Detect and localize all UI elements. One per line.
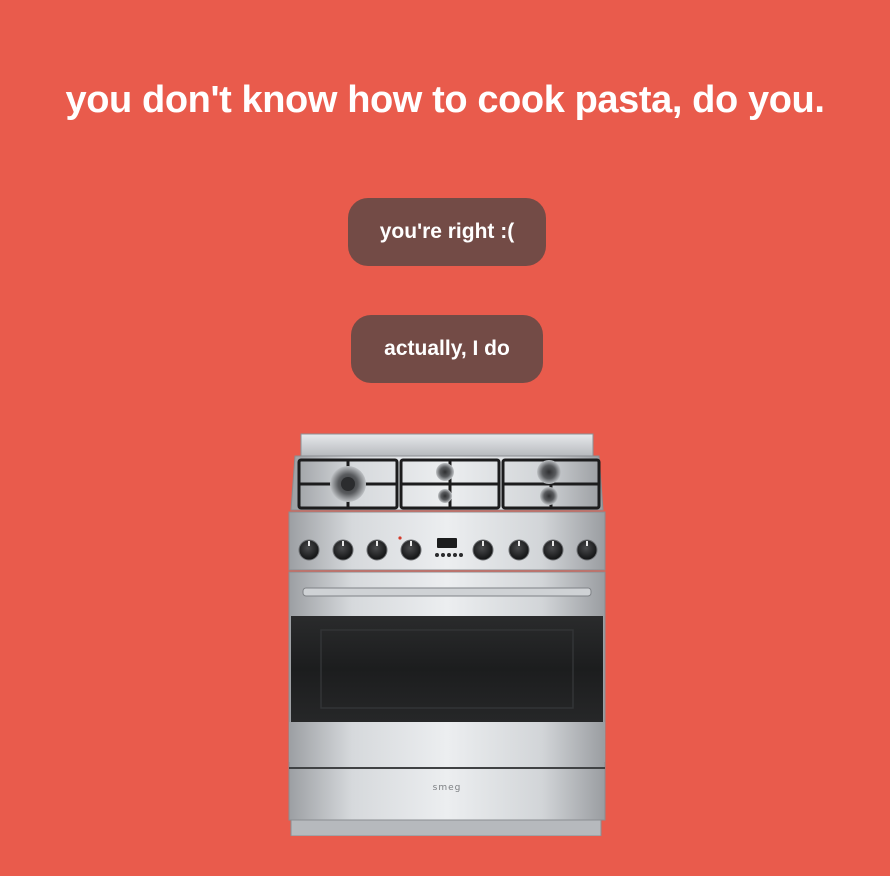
page: you don't know how to cook pasta, do you… (0, 0, 890, 876)
actually-i-do-button[interactable]: actually, I do (351, 315, 543, 383)
stove-image: smeg (281, 432, 613, 836)
brand-logo-text: smeg (433, 783, 462, 793)
page-headline: you don't know how to cook pasta, do you… (65, 79, 825, 121)
youre-right-button[interactable]: you're right :( (348, 198, 546, 266)
